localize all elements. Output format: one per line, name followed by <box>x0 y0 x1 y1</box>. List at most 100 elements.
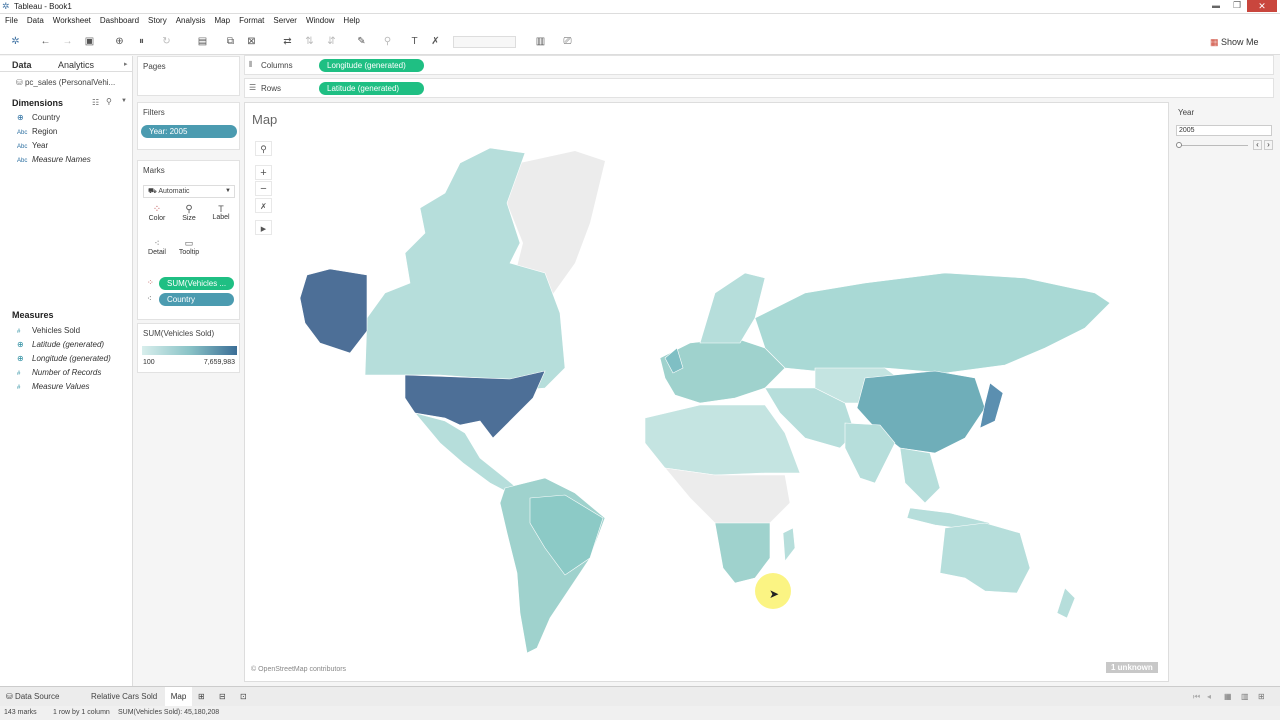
first-sheet-icon[interactable]: ⏮ <box>1193 692 1200 702</box>
database-icon: ⛁ <box>6 692 13 701</box>
measure-icon: # <box>17 385 21 391</box>
tooltip-button[interactable]: ▭ Tooltip <box>176 238 202 256</box>
sort-descending-icon[interactable]: ⇵ <box>325 35 338 48</box>
pause-updates-icon[interactable]: ⏸ <box>135 35 148 48</box>
view-list-icon[interactable]: ☷ <box>92 98 99 107</box>
tab-data[interactable]: Data <box>12 60 32 70</box>
presentation-mode-icon[interactable]: ⎚ <box>561 35 574 48</box>
reset-map-button[interactable]: ✗ <box>255 198 272 213</box>
year-prev-button[interactable]: ‹ <box>1253 140 1262 150</box>
swap-icon[interactable]: ⇄ <box>281 35 294 48</box>
measure-icon: # <box>17 329 21 335</box>
menu-map[interactable]: Map <box>210 14 235 25</box>
tab-map[interactable]: Map <box>165 687 192 706</box>
menu-data[interactable]: Data <box>22 14 48 25</box>
datasource-item[interactable]: ⛁ pc_sales (PersonalVehi... <box>16 78 115 87</box>
menu-story[interactable]: Story <box>143 14 171 25</box>
new-story-icon[interactable]: ⊡ <box>240 692 247 701</box>
group-icon[interactable]: ⚲ <box>381 35 394 48</box>
size-button[interactable]: ⚲ Size <box>176 204 202 222</box>
show-cards-icon[interactable]: ▥ <box>534 35 547 48</box>
menu-format[interactable]: Format <box>234 14 268 25</box>
menu-window[interactable]: Window <box>301 14 338 25</box>
year-slider-track[interactable] <box>1178 145 1248 146</box>
show-me-button[interactable]: ▦ Show Me <box>1210 37 1259 48</box>
clear-sheet-icon[interactable]: ⊠ <box>245 35 258 48</box>
new-dashboard-icon[interactable]: ⊟ <box>219 692 226 701</box>
marks-pill-country[interactable]: Country <box>159 293 234 306</box>
map-toolbar-expand-button[interactable]: ▶ <box>255 220 272 235</box>
redo-icon[interactable]: → <box>61 35 74 48</box>
map-search-button[interactable]: ⚲ <box>255 141 272 156</box>
search-icon[interactable]: ⚲ <box>106 97 112 106</box>
tab-analytics[interactable]: Analytics <box>58 60 94 70</box>
color-button[interactable]: ⁘ Color <box>144 204 170 222</box>
undo-icon[interactable]: ← <box>39 35 52 48</box>
fit-dropdown[interactable] <box>453 36 516 48</box>
field-year[interactable]: Abc Year <box>17 141 48 150</box>
detail-button[interactable]: ⁖ Detail <box>144 238 170 256</box>
field-longitude[interactable]: ⊕ Longitude (generated) <box>17 354 111 363</box>
africa-south <box>714 522 771 584</box>
minimize-icon[interactable]: ▬ <box>1212 1 1220 10</box>
highlight-icon[interactable]: ✎ <box>355 35 368 48</box>
pane-menu-icon[interactable]: ▸ <box>124 60 128 68</box>
year-filter-value[interactable]: 2005 <box>1176 125 1272 136</box>
show-filmstrip-icon[interactable]: ▦ <box>1224 692 1232 701</box>
maximize-icon[interactable]: ❐ <box>1233 0 1241 11</box>
menu-server[interactable]: Server <box>268 14 301 25</box>
map-view[interactable]: Map ⚲ + − ✗ ▶ © OpenStreetMap contributo… <box>244 102 1169 682</box>
field-region[interactable]: Abc Region <box>17 127 57 136</box>
tab-relative-cars-sold[interactable]: Relative Cars Sold <box>91 692 157 701</box>
prev-sheet-icon[interactable]: ◂ <box>1207 692 1211 701</box>
columns-shelf[interactable]: ⦀ Columns Longitude (generated) <box>244 55 1274 75</box>
menu-analysis[interactable]: Analysis <box>171 14 210 25</box>
menu-file[interactable]: File <box>0 14 22 25</box>
zoom-in-button[interactable]: + <box>255 165 272 180</box>
year-next-button[interactable]: › <box>1264 140 1273 150</box>
filters-card[interactable]: Filters Year: 2005 <box>137 102 240 150</box>
unknown-indicator[interactable]: 1 unknown <box>1106 662 1158 673</box>
new-data-source-icon[interactable]: ⊕ <box>113 35 126 48</box>
pages-card[interactable]: Pages <box>137 56 240 96</box>
menu-help[interactable]: Help <box>338 14 363 25</box>
rows-shelf[interactable]: ☰ Rows Latitude (generated) <box>244 78 1274 98</box>
menu-worksheet[interactable]: Worksheet <box>48 14 95 25</box>
sort-ascending-icon[interactable]: ⇅ <box>303 35 316 48</box>
marks-pill-vehicles[interactable]: SUM(Vehicles ... <box>159 277 234 290</box>
size-icon: ⚲ <box>185 204 193 215</box>
label-button[interactable]: T Label <box>208 204 234 221</box>
field-measure-names[interactable]: Abc Measure Names <box>17 155 91 164</box>
color-icon: ⁘ <box>152 204 162 215</box>
new-worksheet-icon[interactable]: ⊞ <box>198 692 205 701</box>
field-number-of-records[interactable]: # Number of Records <box>17 368 101 377</box>
world-map[interactable] <box>245 103 1170 683</box>
refresh-icon[interactable]: ↻ <box>160 35 173 48</box>
sheet-sorter-icon[interactable]: ⊞ <box>1258 692 1265 701</box>
new-worksheet-icon[interactable]: ▤ <box>196 35 209 48</box>
show-tabs-icon[interactable]: ▥ <box>1241 692 1249 701</box>
tooltip-icon: ▭ <box>184 238 194 248</box>
save-icon[interactable]: ▣ <box>83 35 96 48</box>
field-vehicles-sold[interactable]: # Vehicles Sold <box>17 326 80 335</box>
labels-icon[interactable]: T <box>408 35 421 48</box>
zoom-out-button[interactable]: − <box>255 181 272 196</box>
columns-pill[interactable]: Longitude (generated) <box>319 59 424 72</box>
filter-pill-year[interactable]: Year: 2005 <box>141 125 237 138</box>
field-latitude[interactable]: ⊕ Latitude (generated) <box>17 340 104 349</box>
close-icon[interactable]: ✕ <box>1247 0 1277 12</box>
mark-type-dropdown[interactable]: ⛟ Automatic ▼ <box>143 185 235 198</box>
tab-data-source[interactable]: ⛁ Data Source <box>6 692 59 701</box>
tableau-home-icon[interactable]: ✲ <box>9 35 22 48</box>
fix-axes-icon[interactable]: ✗ <box>429 35 442 48</box>
year-slider-thumb[interactable] <box>1176 142 1182 148</box>
legend-gradient <box>142 346 237 355</box>
chevron-down-icon[interactable]: ▼ <box>121 98 127 104</box>
field-measure-values[interactable]: # Measure Values <box>17 382 90 391</box>
size-label: Size <box>182 215 196 222</box>
rows-pill[interactable]: Latitude (generated) <box>319 82 424 95</box>
menu-dashboard[interactable]: Dashboard <box>95 14 143 25</box>
usa <box>404 370 546 439</box>
field-country[interactable]: ⊕ Country <box>17 113 60 122</box>
duplicate-sheet-icon[interactable]: ⧉ <box>224 35 237 48</box>
